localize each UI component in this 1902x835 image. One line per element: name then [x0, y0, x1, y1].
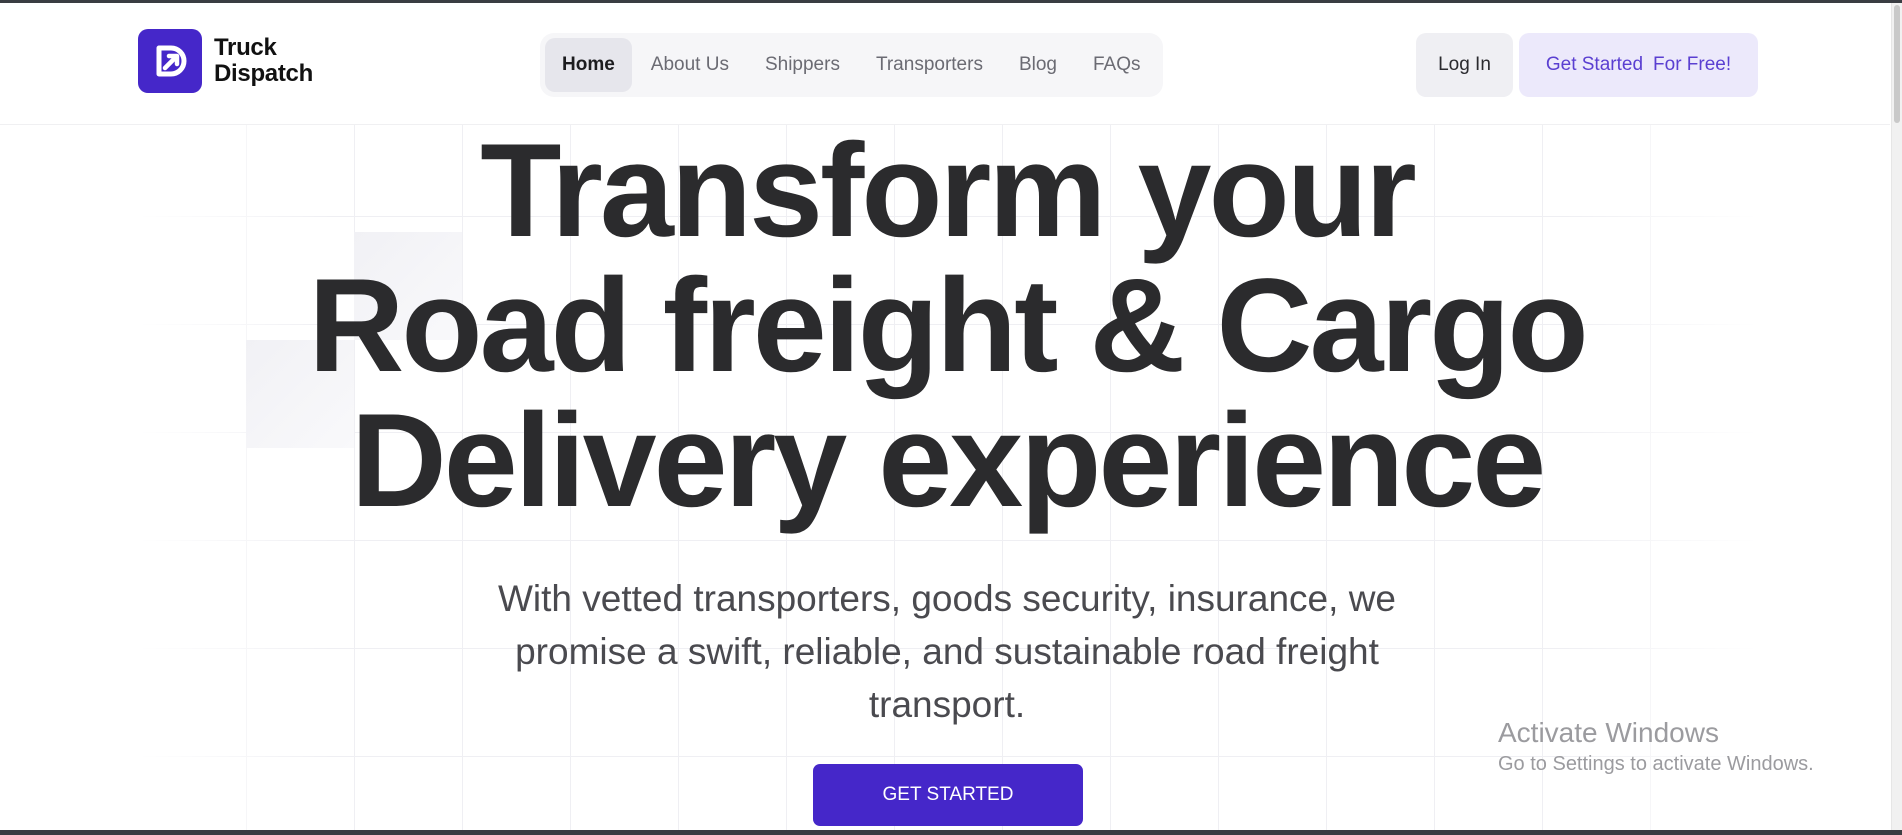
nav-item-shippers[interactable]: Shippers	[748, 38, 857, 92]
site-header: Truck Dispatch Home About Us Shippers Tr…	[0, 3, 1890, 125]
brand-name-line1: Truck	[214, 34, 277, 61]
brand-name-line2: Dispatch	[214, 60, 313, 87]
hero-title-line: Delivery experience	[350, 387, 1547, 535]
brand-name: Truck Dispatch	[214, 35, 313, 87]
hero-subtitle: With vetted transporters, goods security…	[0, 572, 1894, 731]
get-started-free-button[interactable]: Get Started For Free!	[1519, 33, 1758, 97]
get-started-label: Get Started	[1545, 54, 1644, 75]
watermark-title: Activate Windows	[1498, 717, 1719, 748]
login-button[interactable]: Log In	[1416, 33, 1513, 97]
main-nav: Home About Us Shippers Transporters Blog…	[540, 33, 1163, 97]
hero-subtitle-line: promise a swift, reliable, and sustainab…	[515, 631, 1379, 672]
activate-windows-watermark: Activate Windows Go to Settings to activ…	[1498, 716, 1814, 778]
hero-title-line: Transform your	[480, 117, 1417, 265]
truck-dispatch-logo-icon	[138, 29, 202, 93]
nav-item-transporters[interactable]: Transporters	[859, 38, 1000, 92]
for-free-label: For Free!	[1653, 54, 1732, 75]
nav-item-about-us[interactable]: About Us	[634, 38, 746, 92]
hero-title-line: Road freight & Cargo	[308, 252, 1588, 400]
window-frame-bottom	[0, 830, 1902, 835]
nav-item-blog[interactable]: Blog	[1002, 38, 1074, 92]
nav-item-home[interactable]: Home	[545, 38, 632, 92]
scrollbar-thumb[interactable]	[1894, 5, 1900, 123]
hero-subtitle-line: With vetted transporters, goods security…	[498, 578, 1396, 619]
watermark-subtitle: Go to Settings to activate Windows.	[1498, 753, 1814, 775]
page-scrollbar[interactable]	[1891, 3, 1902, 830]
hero-title: Transform your Road freight & Cargo Deli…	[0, 124, 1894, 529]
brand-logo[interactable]: Truck Dispatch	[138, 29, 313, 93]
nav-item-faqs[interactable]: FAQs	[1076, 38, 1158, 92]
get-started-cta-button[interactable]: GET STARTED	[813, 764, 1083, 826]
